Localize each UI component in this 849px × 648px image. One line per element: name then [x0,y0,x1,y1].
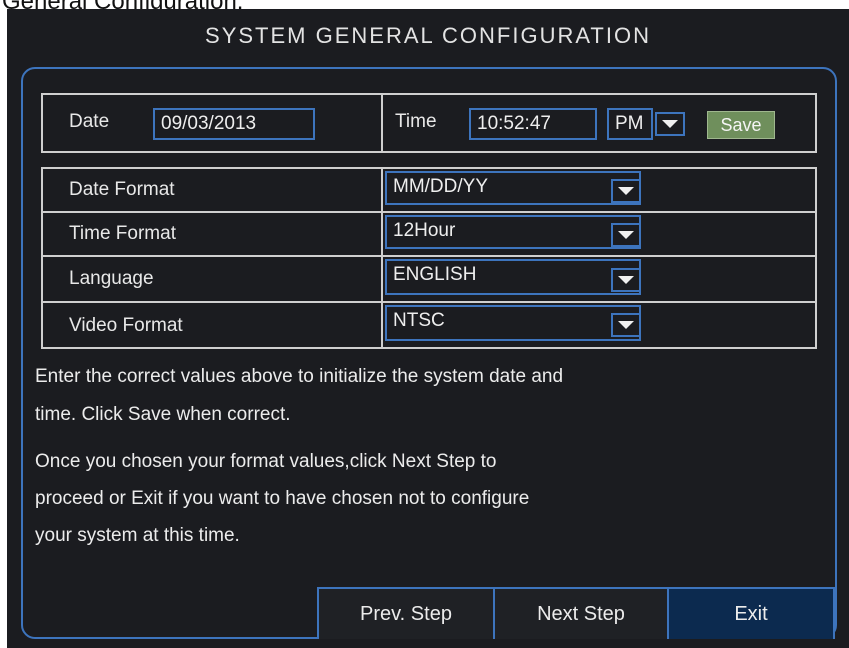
help-text-2-line-1: Once you chosen your format values,click… [35,451,497,472]
date-format-dropdown[interactable] [611,179,641,203]
help-text-2-line-2: proceed or Exit if you want to have chos… [35,488,530,509]
date-format-label: Date Format [69,179,175,200]
time-format-select[interactable]: 12Hour [385,215,641,249]
ampm-dropdown-button[interactable] [655,112,685,136]
date-input[interactable]: 09/03/2013 [153,108,315,140]
language-label: Language [69,268,154,289]
prev-step-button[interactable]: Prev. Step [317,587,493,639]
time-format-label: Time Format [69,223,176,244]
dialog-title: SYSTEM GENERAL CONFIGURATION [205,23,651,48]
time-input[interactable]: 10:52:47 [469,108,597,140]
chevron-down-icon [618,321,634,329]
video-format-select[interactable]: NTSC [385,305,641,341]
chevron-down-icon [618,231,634,239]
chevron-down-icon [618,276,634,284]
next-step-button[interactable]: Next Step [493,587,667,639]
video-format-dropdown[interactable] [611,313,641,337]
datetime-row: Date 09/03/2013 Time 10:52:47 PM Save [41,93,817,153]
settings-divider [381,169,383,347]
row-divider [43,255,815,257]
date-label: Date [69,111,110,132]
date-format-select[interactable]: MM/DD/YY [385,171,641,205]
chevron-down-icon [618,187,634,195]
language-select[interactable]: ENGLISH [385,259,641,295]
config-screen: SYSTEM GENERAL CONFIGURATION Date 09/03/… [7,9,849,648]
config-panel: Date 09/03/2013 Time 10:52:47 PM Save Da… [21,67,837,639]
help-text-1-line-1: Enter the correct values above to initia… [35,366,564,387]
row-divider [43,211,815,213]
settings-table: Date Format MM/DD/YY Time Format 12Hour … [41,167,817,349]
time-format-dropdown[interactable] [611,223,641,247]
exit-button[interactable]: Exit [667,587,835,639]
datetime-divider [381,95,383,151]
video-format-label: Video Format [69,315,183,336]
help-text-1-line-2: time. Click Save when correct. [35,404,291,425]
language-dropdown[interactable] [611,268,641,292]
chevron-down-icon [662,120,678,128]
help-text-2-line-3: your system at this time. [35,525,240,546]
save-button[interactable]: Save [707,111,775,139]
ampm-select[interactable]: PM [607,108,653,140]
time-label: Time [395,111,437,132]
row-divider [43,301,815,303]
